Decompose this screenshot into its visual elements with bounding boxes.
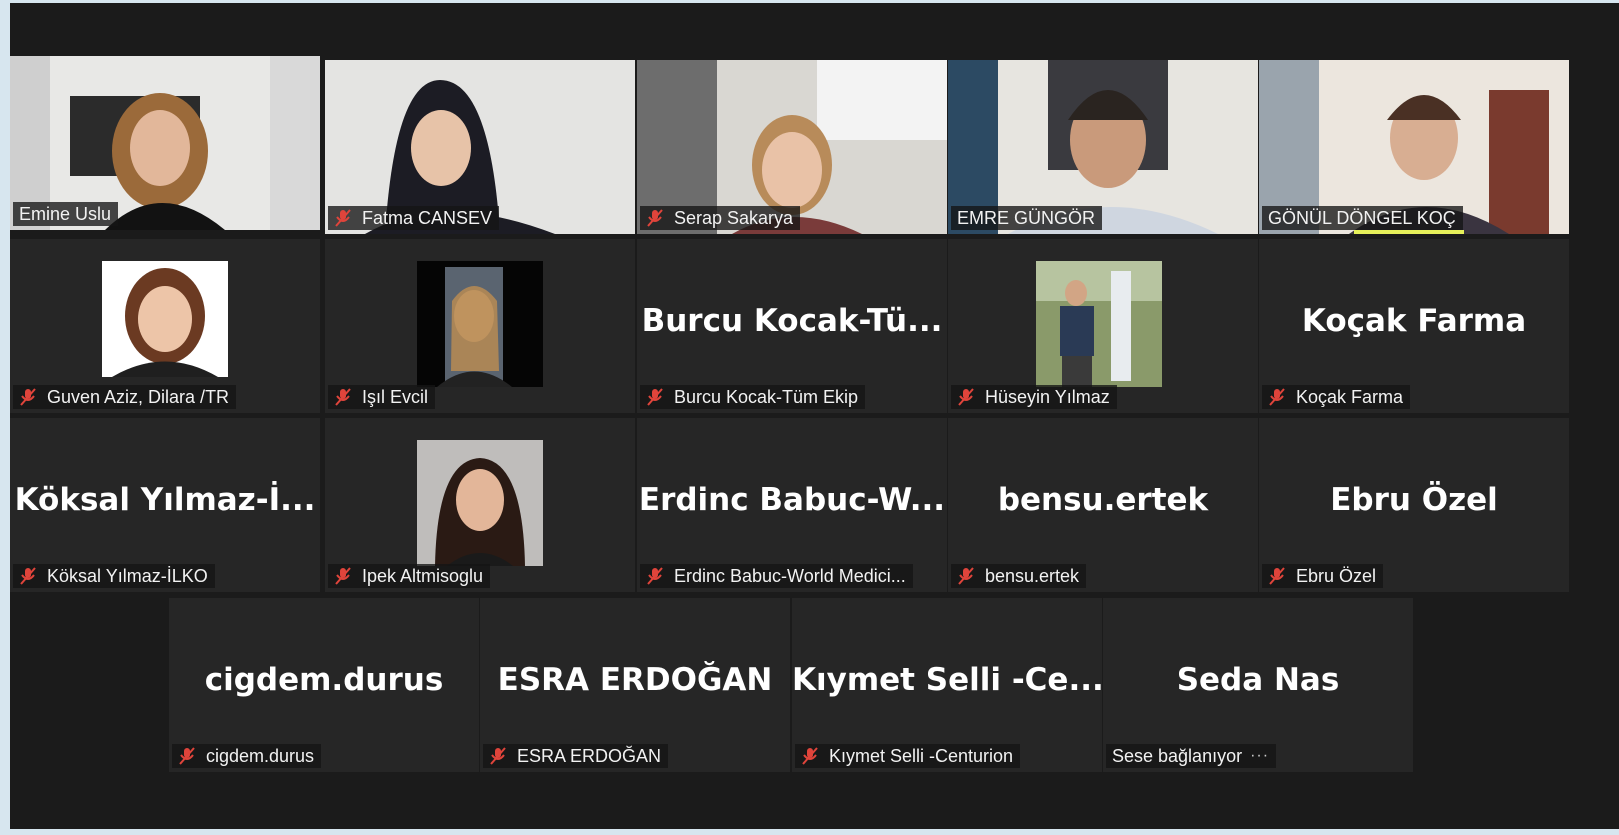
participant-status: Sese bağlanıyor [1112, 746, 1243, 766]
participant-display-name: Kıymet Selli -Ce... [792, 662, 1102, 698]
participant-name-bar: GÖNÜL DÖNGEL KOÇ [1262, 206, 1463, 230]
participant-name: Emine Uslu [19, 204, 112, 224]
participant-display-name: cigdem.durus [204, 662, 444, 698]
participant-display-name: Köksal Yılmaz-İ... [14, 482, 316, 518]
participant-name-bar: Erdinc Babuc-World Medici... [640, 564, 913, 588]
mic-muted-icon [802, 747, 818, 765]
connecting-dots-icon: ··· [1250, 747, 1270, 764]
participant-name-bar: ESRA ERDOĞAN [483, 744, 669, 768]
participant-display-name: Ebru Özel [1330, 482, 1498, 518]
participant-name-bar: Köksal Yılmaz-İLKO [13, 564, 215, 588]
participant-name-bar: Ipek Altmisoglu [328, 564, 491, 588]
participant-name-bar: Işıl Evcil [328, 385, 436, 409]
participant-name: ESRA ERDOĞAN [517, 746, 662, 766]
participant-name: Guven Aziz, Dilara /TR [47, 387, 230, 407]
participant-tile[interactable]: cigdem.durus cigdem.durus [169, 598, 479, 772]
participant-tile[interactable]: Guven Aziz, Dilara /TR [10, 239, 320, 413]
participant-tile[interactable]: ESRA ERDOĞAN ESRA ERDOĞAN [480, 598, 790, 772]
mic-muted-icon [958, 567, 974, 585]
participant-tile[interactable]: bensu.ertek bensu.ertek [948, 418, 1258, 592]
active-speaker-indicator [1354, 230, 1464, 234]
participant-tile[interactable]: Seda Nas Sese bağlanıyor ··· [1103, 598, 1413, 772]
participant-name: GÖNÜL DÖNGEL KOÇ [1268, 208, 1456, 228]
participant-name-bar: Serap Sakarya [640, 206, 801, 230]
participant-name-bar: Ebru Özel [1262, 564, 1384, 588]
participant-tile[interactable]: Burcu Kocak-Tü... Burcu Kocak-Tüm Ekip [637, 239, 947, 413]
participant-tile[interactable]: EMRE GÜNGÖR [948, 60, 1258, 234]
participant-tile[interactable]: Ebru Özel Ebru Özel [1259, 418, 1569, 592]
participant-name: EMRE GÜNGÖR [957, 208, 1096, 228]
participant-name: Hüseyin Yılmaz [985, 387, 1110, 407]
participant-tile[interactable]: Ipek Altmisoglu [325, 418, 635, 592]
profile-photo [417, 261, 543, 387]
participant-display-name: Seda Nas [1176, 662, 1340, 698]
participant-name: bensu.ertek [985, 566, 1080, 586]
mic-muted-icon [335, 209, 351, 227]
profile-photo [102, 261, 228, 377]
participant-name-bar: Koçak Farma [1262, 385, 1411, 409]
mic-muted-icon [647, 388, 663, 406]
mic-muted-icon [1269, 567, 1285, 585]
participant-display-name: Erdinc Babuc-W... [638, 482, 946, 518]
profile-photo [1036, 261, 1162, 387]
participant-tile[interactable]: Serap Sakarya [637, 60, 947, 234]
mic-muted-icon [1269, 388, 1285, 406]
participant-name-bar: Guven Aziz, Dilara /TR [13, 385, 237, 409]
mic-muted-icon [20, 388, 36, 406]
mic-muted-icon [647, 209, 663, 227]
profile-photo [417, 440, 543, 566]
participant-tile[interactable]: Hüseyin Yılmaz [948, 239, 1258, 413]
participant-name-bar: EMRE GÜNGÖR [951, 206, 1103, 230]
mic-muted-icon [335, 567, 351, 585]
participant-name: Serap Sakarya [674, 208, 794, 228]
participant-name: Işıl Evcil [362, 387, 429, 407]
participant-name: Ipek Altmisoglu [362, 566, 484, 586]
mic-muted-icon [179, 747, 195, 765]
participant-tile[interactable]: Kıymet Selli -Ce... Kıymet Selli -Centur… [792, 598, 1102, 772]
participant-name-bar: Sese bağlanıyor ··· [1106, 744, 1277, 768]
participant-display-name: ESRA ERDOĞAN [497, 662, 773, 698]
participant-name: Ebru Özel [1296, 566, 1377, 586]
participant-name-bar: Emine Uslu [13, 202, 119, 226]
participant-name-bar: Burcu Kocak-Tüm Ekip [640, 385, 866, 409]
participant-display-name: Koçak Farma [1301, 303, 1527, 339]
participant-name-bar: Hüseyin Yılmaz [951, 385, 1117, 409]
participant-name: Kıymet Selli -Centurion [829, 746, 1014, 766]
participant-tile[interactable]: Fatma CANSEV [325, 60, 635, 234]
participant-tile[interactable]: Işıl Evcil [325, 239, 635, 413]
participant-display-name: bensu.ertek [997, 482, 1209, 518]
mic-muted-icon [335, 388, 351, 406]
participant-name-bar: bensu.ertek [951, 564, 1087, 588]
participant-tile[interactable]: Emine Uslu [10, 56, 320, 230]
participant-tile[interactable]: GÖNÜL DÖNGEL KOÇ [1259, 60, 1569, 234]
participant-tile[interactable]: Erdinc Babuc-W... Erdinc Babuc-World Med… [637, 418, 947, 592]
participant-name: Erdinc Babuc-World Medici... [674, 566, 906, 586]
participant-name-bar: cigdem.durus [172, 744, 322, 768]
mic-muted-icon [958, 388, 974, 406]
mic-muted-icon [20, 567, 36, 585]
participant-name-bar: Fatma CANSEV [328, 206, 500, 230]
meeting-gallery-view: Emine Uslu Fatma CANSEV Serap Sakarya EM… [10, 3, 1619, 829]
participant-name: Fatma CANSEV [362, 208, 493, 228]
participant-name: Koçak Farma [1296, 387, 1404, 407]
participant-tile[interactable]: Koçak Farma Koçak Farma [1259, 239, 1569, 413]
participant-name: cigdem.durus [206, 746, 315, 766]
participant-name-bar: Kıymet Selli -Centurion [795, 744, 1021, 768]
participant-display-name: Burcu Kocak-Tü... [641, 303, 943, 339]
mic-muted-icon [490, 747, 506, 765]
mic-muted-icon [647, 567, 663, 585]
participant-tile[interactable]: Köksal Yılmaz-İ... Köksal Yılmaz-İLKO [10, 418, 320, 592]
participant-name: Köksal Yılmaz-İLKO [47, 566, 208, 586]
participant-name: Burcu Kocak-Tüm Ekip [674, 387, 859, 407]
